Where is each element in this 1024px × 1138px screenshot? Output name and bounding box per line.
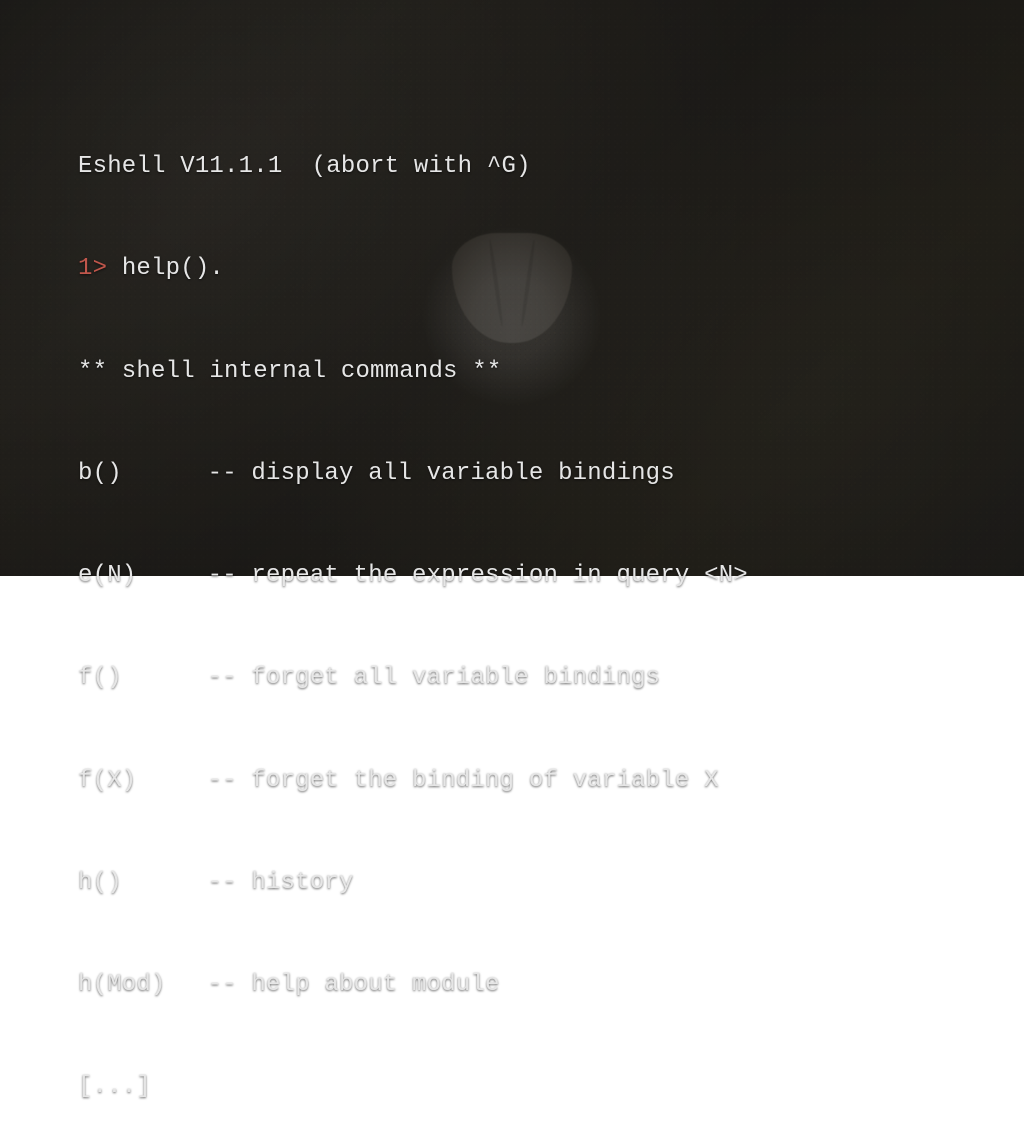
cmd-name: b() (78, 457, 208, 491)
terminal-output: Eshell V11.1.1 (abort with ^G) 1> help()… (78, 82, 984, 1138)
cmd-name: f(X) (78, 764, 208, 798)
help-row: h()-- history (78, 866, 984, 900)
help-row: f()-- forget all variable bindings (78, 661, 984, 695)
cmd-name: h(Mod) (78, 968, 208, 1002)
cmd-sep: -- (208, 664, 252, 691)
prompt-number: 1> (78, 255, 107, 282)
prompt-command: help(). (107, 255, 224, 282)
cmd-name: e(N) (78, 559, 208, 593)
cmd-desc: history (251, 869, 353, 896)
cmd-sep: -- (208, 869, 252, 896)
cmd-desc: forget the binding of variable X (251, 767, 718, 794)
help-row: b()-- display all variable bindings (78, 457, 984, 491)
section-title: ** shell internal commands ** (78, 355, 984, 389)
cmd-desc: forget all variable bindings (251, 664, 660, 691)
cmd-desc: display all variable bindings (251, 460, 674, 487)
prompt-line: 1> help(). (78, 252, 984, 286)
help-row: f(X)-- forget the binding of variable X (78, 764, 984, 798)
help-row: e(N)-- repeat the expression in query <N… (78, 559, 984, 593)
cmd-sep: -- (208, 460, 252, 487)
help-row: h(Mod)-- help about module (78, 968, 984, 1002)
cmd-desc: help about module (251, 971, 499, 998)
cmd-sep: -- (208, 971, 252, 998)
ellipsis: [...] (78, 1070, 984, 1104)
cmd-name: f() (78, 661, 208, 695)
cmd-sep: -- (208, 767, 252, 794)
eshell-header: Eshell V11.1.1 (abort with ^G) (78, 150, 984, 184)
cmd-name: h() (78, 866, 208, 900)
